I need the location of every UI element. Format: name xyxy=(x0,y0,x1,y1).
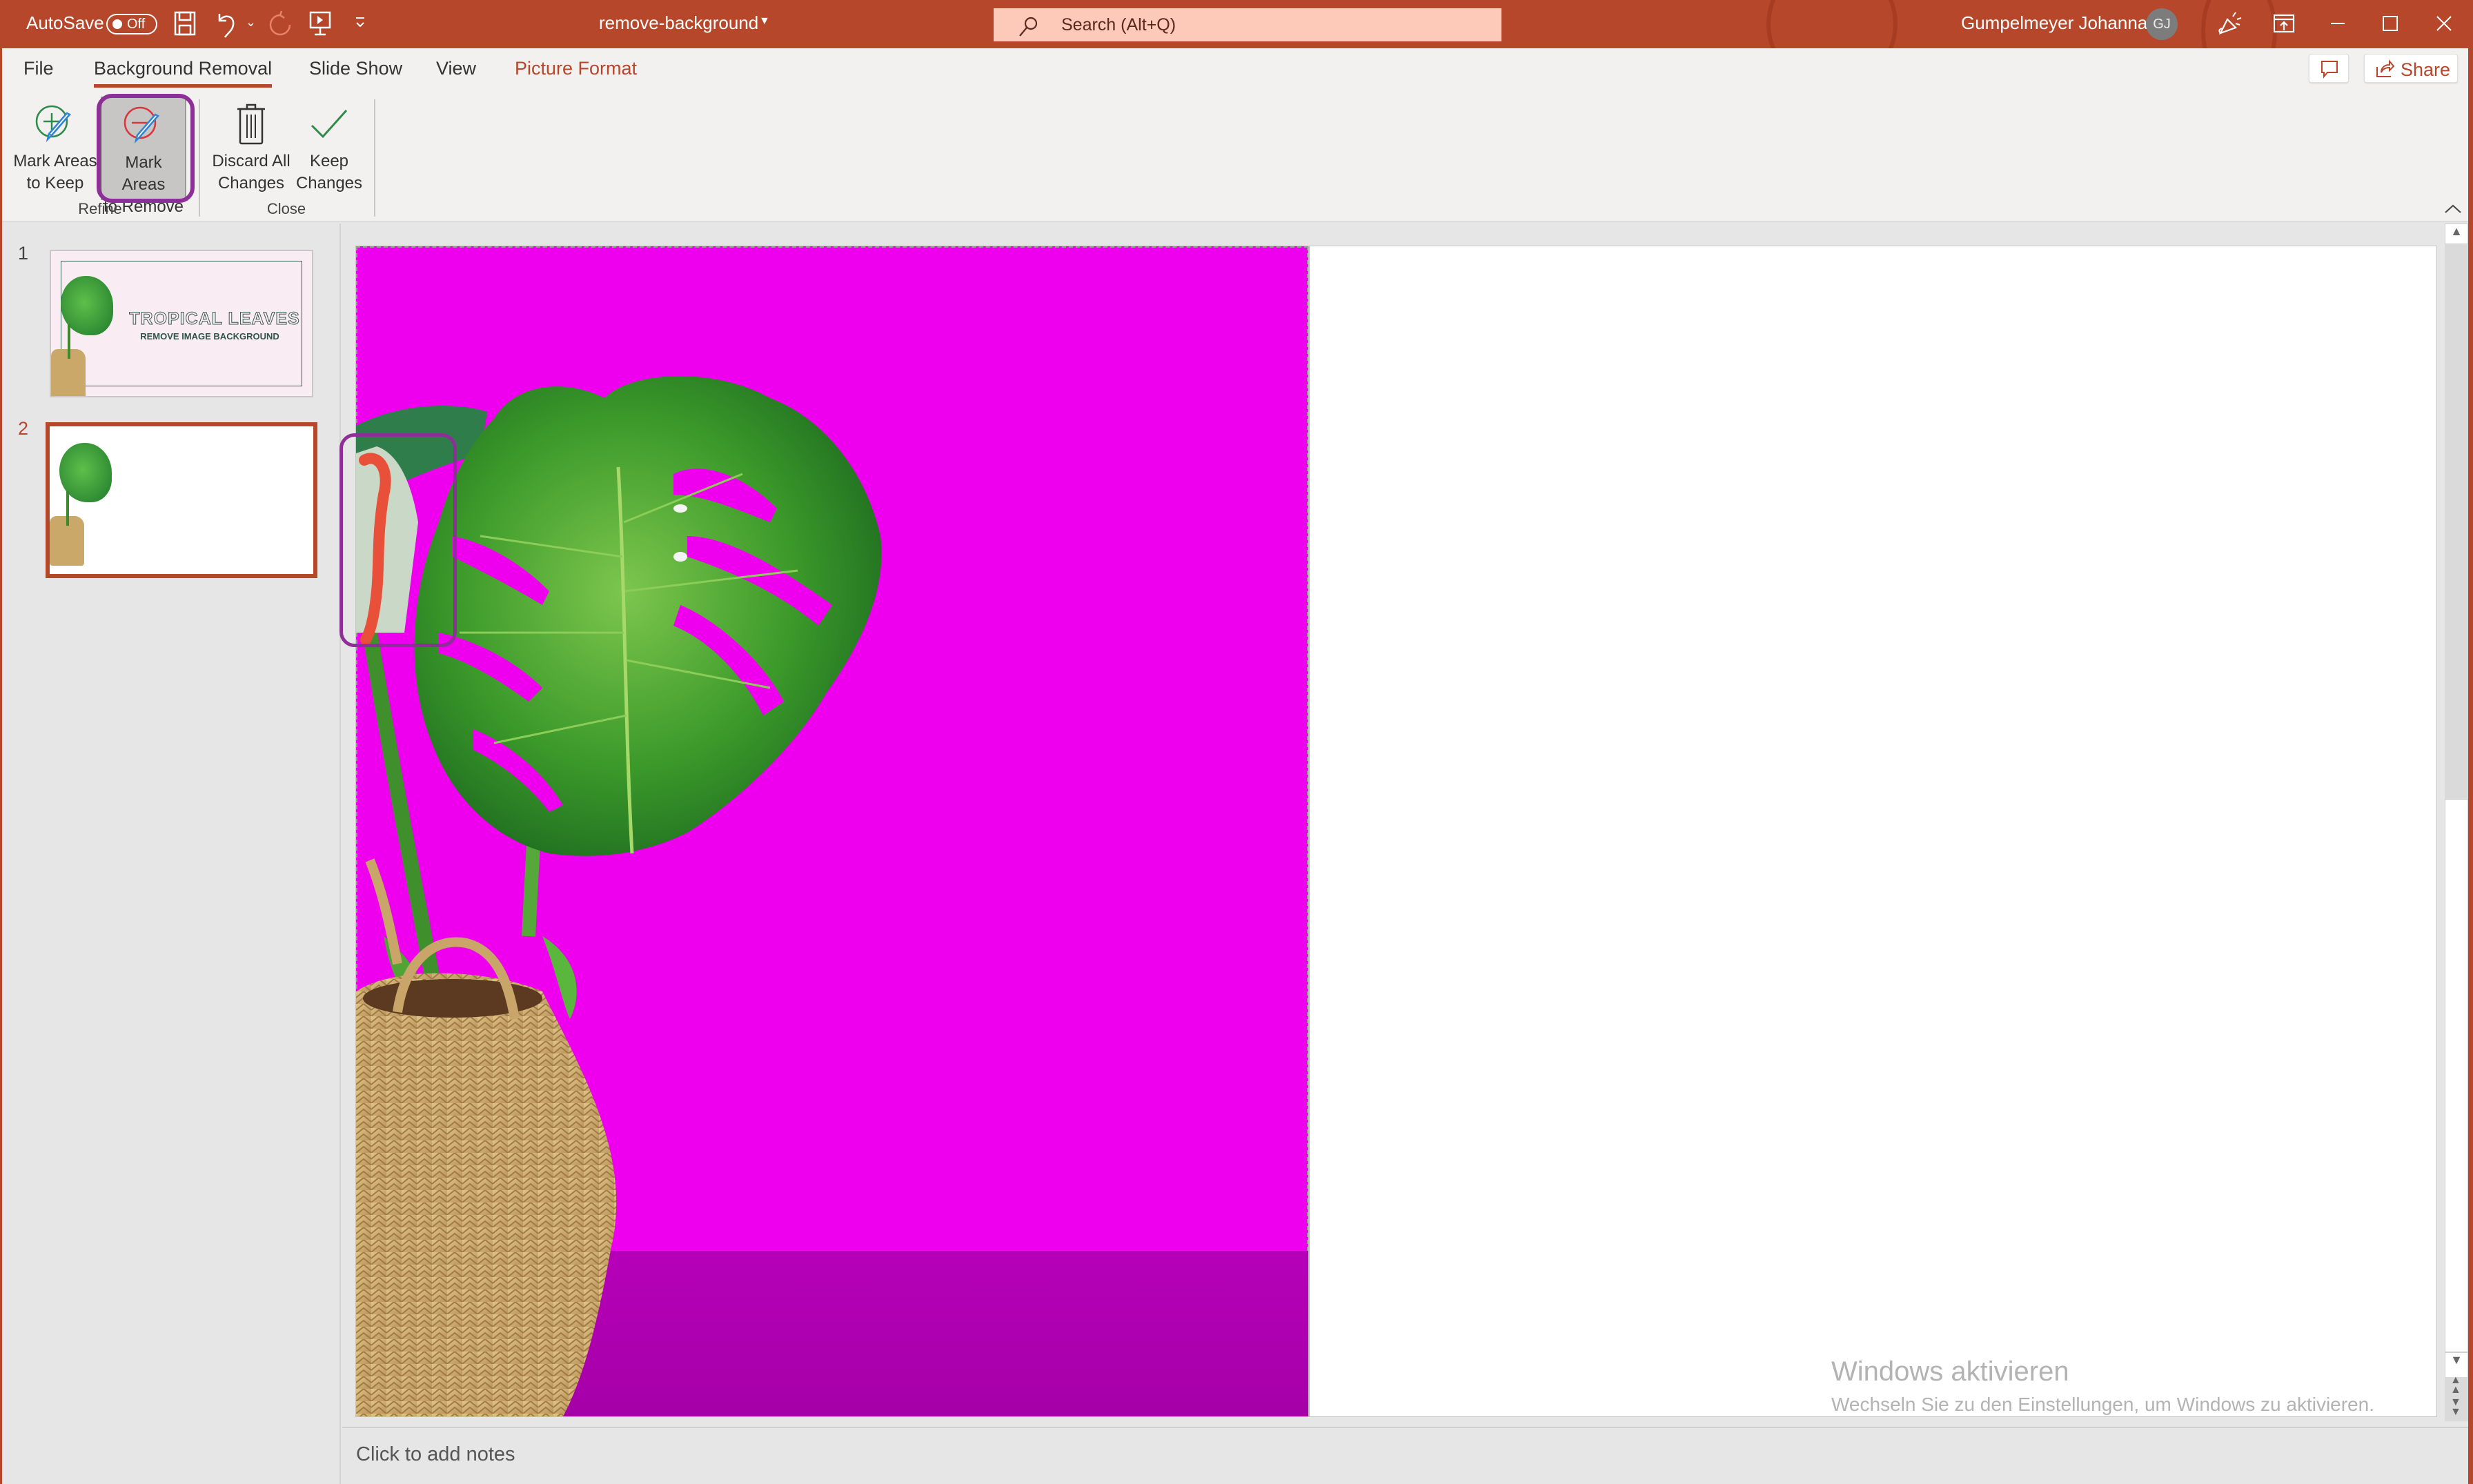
title-bar: AutoSave Off ⌄ remove-background ▼ Searc… xyxy=(0,0,2473,48)
plant-photo xyxy=(356,376,882,1416)
scrollbar-thumb[interactable] xyxy=(2445,799,2468,1352)
document-title-dropdown-icon[interactable]: ▼ xyxy=(759,15,770,28)
ribbon: Mark Areas to Keep Mark Areas to Remove … xyxy=(0,91,2473,222)
close-icon[interactable] xyxy=(2430,10,2458,39)
discard-all-changes-button[interactable]: Discard All Changes xyxy=(210,97,293,200)
ribbon-tab-bar: File Background Removal Slide Show View … xyxy=(0,48,2473,91)
mark-areas-to-keep-button[interactable]: Mark Areas to Keep xyxy=(12,97,98,200)
activation-watermark-subtitle: Wechseln Sie zu den Einstellungen, um Wi… xyxy=(1831,1394,2374,1415)
tab-slide-show[interactable]: Slide Show xyxy=(309,58,402,79)
slide-thumbnail-1[interactable]: TROPICAL LEAVES REMOVE IMAGE BACKGROUND xyxy=(50,250,313,397)
minimize-icon[interactable] xyxy=(2324,10,2352,39)
undo-dropdown-icon[interactable]: ⌄ xyxy=(246,15,256,30)
previous-slide-icon[interactable]: ▲ ▲ xyxy=(2450,1375,2461,1396)
slide-canvas[interactable] xyxy=(356,246,2436,1416)
search-icon xyxy=(1019,17,1038,37)
tutorial-highlight-ring xyxy=(97,94,195,203)
toggle-knob xyxy=(112,19,122,29)
tab-file[interactable]: File xyxy=(23,58,54,79)
autosave-toggle[interactable]: Off xyxy=(106,14,157,34)
coauthoring-icon[interactable] xyxy=(2215,10,2243,39)
slide-number: 2 xyxy=(18,418,29,439)
user-name[interactable]: Gumpelmeyer Johanna xyxy=(1961,12,2147,34)
tab-label: Slide Show xyxy=(309,58,403,79)
slide-thumbnails-pane: 1 TROPICAL LEAVES REMOVE IMAGE BACKGROUN… xyxy=(0,224,341,1484)
tab-picture-format[interactable]: Picture Format xyxy=(515,58,637,79)
basket xyxy=(356,973,617,1416)
activation-watermark-title: Windows aktivieren xyxy=(1831,1356,2069,1387)
comment-icon xyxy=(2321,61,2338,79)
undo-icon[interactable] xyxy=(214,10,242,39)
autosave-label: AutoSave xyxy=(26,12,104,33)
keep-changes-button[interactable]: Keep Changes xyxy=(293,97,366,200)
share-icon xyxy=(2376,59,2395,77)
notes-pane[interactable]: Click to add notes xyxy=(342,1427,2468,1484)
scroll-up-button[interactable]: ▲ xyxy=(2445,224,2468,244)
share-label: Share xyxy=(2401,59,2451,80)
tab-label: File xyxy=(23,58,54,79)
tab-background-removal[interactable]: Background Removal xyxy=(94,58,273,88)
maximize-icon[interactable] xyxy=(2376,10,2404,39)
slide-thumbnail-2[interactable] xyxy=(46,422,317,578)
window-border-right xyxy=(2468,48,2473,1484)
tutorial-highlight-ring xyxy=(339,433,457,647)
search-box[interactable]: Search (Alt+Q) xyxy=(994,8,1501,41)
thumbnail-subtitle: REMOVE IMAGE BACKGROUND xyxy=(140,331,279,342)
document-title[interactable]: remove-background xyxy=(599,12,758,34)
trash-icon xyxy=(237,103,265,145)
checkmark-icon xyxy=(311,109,348,139)
group-separator xyxy=(199,99,200,217)
present-from-start-icon[interactable] xyxy=(308,10,335,39)
group-label-refine: Refine xyxy=(78,200,122,217)
save-icon[interactable] xyxy=(173,10,200,39)
picture-background-removal[interactable] xyxy=(356,246,1308,1416)
next-slide-icon[interactable]: ▼ ▼ xyxy=(2450,1397,2461,1418)
button-label: Discard All Changes xyxy=(212,152,290,192)
tab-label: View xyxy=(436,58,477,79)
collapse-ribbon-icon[interactable] xyxy=(2443,201,2463,219)
autosave-state: Off xyxy=(127,17,146,32)
group-separator xyxy=(374,99,375,217)
plant-image xyxy=(50,443,119,566)
tab-view[interactable]: View xyxy=(436,58,476,79)
notes-placeholder: Click to add notes xyxy=(356,1443,515,1465)
comments-button[interactable] xyxy=(2309,54,2349,83)
share-button[interactable]: Share xyxy=(2364,54,2458,83)
button-label: Mark Areas to Keep xyxy=(13,152,97,192)
window-border-left xyxy=(0,48,2,1484)
thumbnail-title: TROPICAL LEAVES xyxy=(129,309,300,329)
avatar[interactable]: GJ xyxy=(2146,8,2178,40)
slide-number: 1 xyxy=(18,243,29,264)
customize-quick-access-icon[interactable] xyxy=(353,14,381,43)
button-label: Keep Changes xyxy=(295,152,363,192)
search-placeholder: Search (Alt+Q) xyxy=(1061,15,1176,34)
group-label-close: Close xyxy=(266,200,306,217)
picture-border xyxy=(1308,246,1310,1416)
redo-icon xyxy=(266,10,294,39)
mark-keep-icon xyxy=(35,105,71,143)
ribbon-display-options-icon[interactable] xyxy=(2270,10,2298,39)
tab-label: Background Removal xyxy=(94,58,273,79)
active-tab-underline xyxy=(94,84,273,88)
scroll-down-button[interactable]: ▼ xyxy=(2445,1352,2468,1377)
title-bar-decoration xyxy=(1766,0,1898,48)
tab-label: Picture Format xyxy=(515,58,638,79)
